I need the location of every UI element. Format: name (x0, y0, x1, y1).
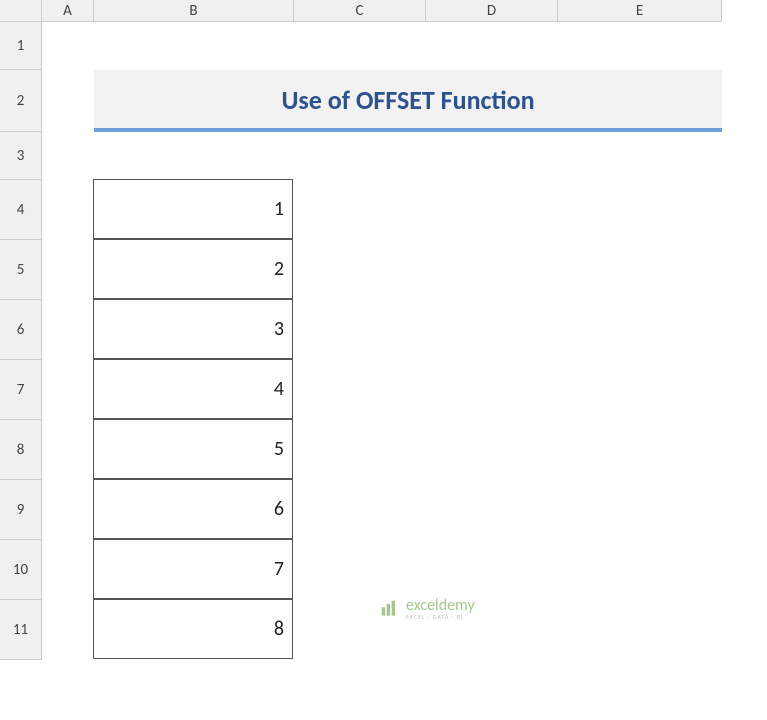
cell-C5[interactable] (293, 240, 425, 300)
row-header-8[interactable]: 8 (0, 420, 42, 480)
select-all-corner[interactable] (0, 0, 42, 22)
cell-E5[interactable] (557, 240, 721, 300)
watermark: exceldemy EXCEL · DATA · BI (380, 598, 475, 620)
cell-E10[interactable] (557, 540, 721, 600)
cell-C7[interactable] (293, 360, 425, 420)
row-3: 3 (0, 132, 767, 180)
cell-D6[interactable] (425, 300, 557, 360)
cell-D8[interactable] (425, 420, 557, 480)
cell-D9[interactable] (425, 480, 557, 540)
cell-B8[interactable]: 5 (93, 419, 293, 479)
cell-B1[interactable] (94, 22, 294, 70)
column-header-B[interactable]: B (94, 0, 294, 22)
cell-E7[interactable] (557, 360, 721, 420)
watermark-icon (380, 599, 400, 619)
row-header-1[interactable]: 1 (0, 22, 42, 70)
cell-D3[interactable] (426, 132, 558, 180)
cell-A3[interactable] (42, 132, 94, 180)
row-header-3[interactable]: 3 (0, 132, 42, 180)
cell-E8[interactable] (557, 420, 721, 480)
cell-B4[interactable]: 1 (93, 179, 293, 239)
row-1: 1 (0, 22, 767, 70)
cell-A8[interactable] (42, 420, 94, 480)
cell-E6[interactable] (557, 300, 721, 360)
cell-D4[interactable] (425, 180, 557, 240)
cell-A11[interactable] (42, 600, 94, 660)
row-7: 7 4 (0, 360, 767, 420)
cell-B3[interactable] (94, 132, 294, 180)
row-9: 9 6 (0, 480, 767, 540)
cell-A10[interactable] (42, 540, 94, 600)
row-header-7[interactable]: 7 (0, 360, 42, 420)
cell-B10[interactable]: 7 (93, 539, 293, 599)
cell-B11[interactable]: 8 (93, 599, 293, 659)
row-header-4[interactable]: 4 (0, 180, 42, 240)
cell-A9[interactable] (42, 480, 94, 540)
cell-E4[interactable] (557, 180, 721, 240)
cell-C8[interactable] (293, 420, 425, 480)
row-header-6[interactable]: 6 (0, 300, 42, 360)
row-2: 2 Use of OFFSET Function (0, 70, 767, 132)
row-header-10[interactable]: 10 (0, 540, 42, 600)
cell-A6[interactable] (42, 300, 94, 360)
column-header-row: A B C D E (0, 0, 767, 22)
cell-E1[interactable] (558, 22, 722, 70)
column-header-A[interactable]: A (42, 0, 94, 22)
row-10: 10 7 (0, 540, 767, 600)
row-header-5[interactable]: 5 (0, 240, 42, 300)
cell-B6[interactable]: 3 (93, 299, 293, 359)
watermark-text: exceldemy EXCEL · DATA · BI (406, 598, 475, 620)
cell-C9[interactable] (293, 480, 425, 540)
cell-C1[interactable] (294, 22, 426, 70)
cell-C10[interactable] (293, 540, 425, 600)
row-4: 4 1 (0, 180, 767, 240)
cell-A4[interactable] (42, 180, 94, 240)
cell-B7[interactable]: 4 (93, 359, 293, 419)
cell-A5[interactable] (42, 240, 94, 300)
cell-D10[interactable] (425, 540, 557, 600)
row-5: 5 2 (0, 240, 767, 300)
title-cell[interactable]: Use of OFFSET Function (94, 70, 722, 132)
cell-D1[interactable] (426, 22, 558, 70)
cell-A1[interactable] (42, 22, 94, 70)
cell-C4[interactable] (293, 180, 425, 240)
row-header-9[interactable]: 9 (0, 480, 42, 540)
row-8: 8 5 (0, 420, 767, 480)
column-header-E[interactable]: E (558, 0, 722, 22)
watermark-tagline: EXCEL · DATA · BI (406, 614, 475, 620)
cell-D7[interactable] (425, 360, 557, 420)
cell-E3[interactable] (558, 132, 722, 180)
cell-E11[interactable] (557, 600, 721, 660)
cell-E9[interactable] (557, 480, 721, 540)
column-header-C[interactable]: C (294, 0, 426, 22)
cell-A2[interactable] (42, 70, 94, 132)
row-6: 6 3 (0, 300, 767, 360)
row-header-2[interactable]: 2 (0, 70, 42, 132)
spreadsheet-grid: A B C D E 1 2 Use of OFFSET Function 3 4… (0, 0, 767, 660)
watermark-brand: exceldemy (406, 598, 475, 614)
cell-C3[interactable] (294, 132, 426, 180)
cell-D5[interactable] (425, 240, 557, 300)
cell-B5[interactable]: 2 (93, 239, 293, 299)
column-header-D[interactable]: D (426, 0, 558, 22)
cell-C6[interactable] (293, 300, 425, 360)
row-header-11[interactable]: 11 (0, 600, 42, 660)
cell-B9[interactable]: 6 (93, 479, 293, 539)
cell-A7[interactable] (42, 360, 94, 420)
